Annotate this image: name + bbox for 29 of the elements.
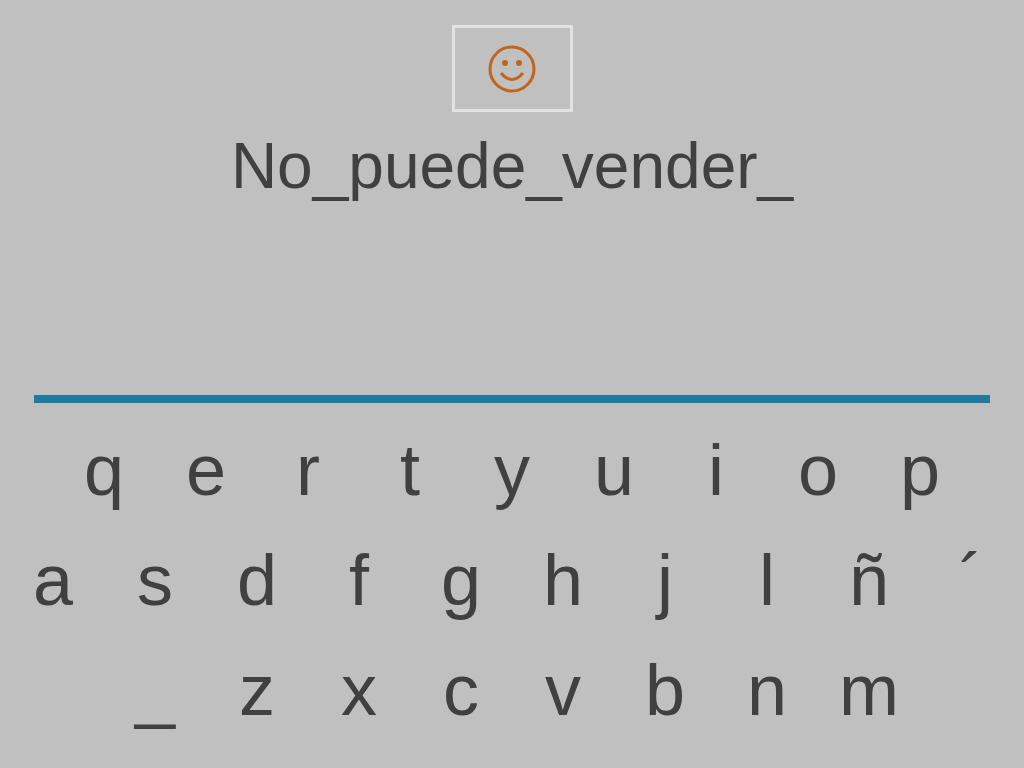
key[interactable]: i [665,420,767,520]
key[interactable]: z [206,640,308,740]
key[interactable]: u [563,420,665,520]
key[interactable]: q [53,420,155,520]
key[interactable]: d [206,530,308,630]
key[interactable]: ñ [818,530,920,630]
key[interactable]: y [461,420,563,520]
key[interactable]: m [818,640,920,740]
key[interactable]: l [716,530,818,630]
key[interactable]: n [716,640,818,740]
key[interactable]: ´ [920,530,1022,630]
key[interactable]: x [308,640,410,740]
key[interactable]: _ [104,640,206,740]
key[interactable]: a [2,530,104,630]
answer-text: No_puede_vender_ [230,130,794,202]
key[interactable]: r [257,420,359,520]
key[interactable]: s [104,530,206,630]
key[interactable]: e [155,420,257,520]
key[interactable]: o [767,420,869,520]
key[interactable]: b [614,640,716,740]
key[interactable]: t [359,420,461,520]
key[interactable]: p [869,420,971,520]
smiley-icon [487,43,537,94]
key[interactable]: g [410,530,512,630]
key[interactable]: c [410,640,512,740]
key[interactable]: h [512,530,614,630]
key[interactable]: v [512,640,614,740]
key[interactable]: j [614,530,716,630]
key[interactable]: f [308,530,410,630]
